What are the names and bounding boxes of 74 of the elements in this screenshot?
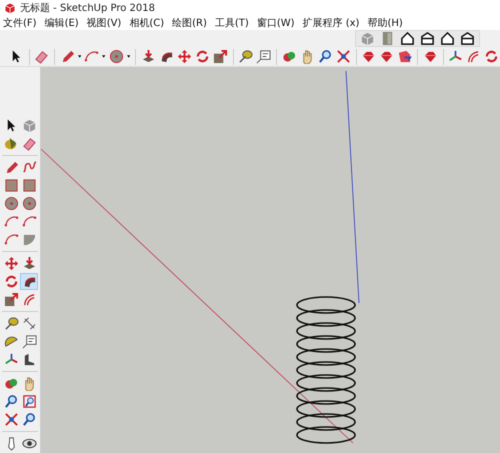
toolbar-button[interactable]	[459, 31, 476, 46]
offset-icon	[22, 292, 36, 307]
window-title: 无标题 - SketchUp Pro 2018	[20, 2, 155, 14]
menu-item[interactable]: 工具(T)	[214, 16, 249, 30]
gem-icon	[361, 49, 376, 64]
toolbar-button[interactable]	[255, 49, 272, 64]
push-pull-icon	[22, 256, 36, 271]
text-label-icon	[22, 334, 36, 349]
squiggle-icon	[22, 160, 36, 175]
arc-icon	[84, 49, 100, 64]
toolbar-button[interactable]	[419, 31, 436, 46]
tool-button[interactable]	[20, 273, 38, 290]
toolbar-button[interactable]	[237, 49, 254, 64]
zoom-icon	[318, 49, 333, 64]
tool-button[interactable]	[2, 393, 20, 410]
eye-icon	[22, 436, 36, 451]
zoom-icon	[4, 394, 18, 409]
arc-icon	[4, 214, 18, 229]
menu-item[interactable]: 帮助(H)	[367, 16, 403, 30]
offset-icon	[466, 49, 481, 64]
toolbar-button[interactable]	[396, 49, 414, 64]
gem-icon	[379, 49, 394, 64]
toolbar-button[interactable]	[439, 31, 456, 46]
caret-icon[interactable]	[78, 54, 82, 59]
menu-item[interactable]: 编辑(E)	[44, 16, 79, 30]
tool-button[interactable]	[20, 333, 38, 350]
arc-icon	[4, 232, 18, 247]
box-icon	[397, 49, 412, 64]
push-pull-icon	[140, 49, 156, 64]
eraser-icon	[22, 136, 36, 151]
tool-button[interactable]	[20, 411, 38, 428]
scale-icon	[4, 292, 18, 307]
rotate-icon	[194, 49, 210, 64]
four-arrows-icon	[4, 256, 18, 271]
axes-icon	[4, 352, 18, 367]
disc-icon	[4, 196, 18, 211]
toolbar-button[interactable]	[316, 49, 334, 64]
menu-item[interactable]: 视图(V)	[86, 16, 122, 30]
caret-icon[interactable]	[126, 54, 130, 59]
square-icon	[4, 178, 18, 193]
zoom-icon	[22, 412, 36, 427]
menu-item[interactable]: 绘图(R)	[172, 16, 207, 30]
menu-item[interactable]: 窗口(W)	[256, 16, 295, 30]
tape-measure-icon	[4, 316, 18, 331]
dimension-icon	[22, 316, 36, 331]
orbit-icon	[4, 376, 18, 391]
zoom-extents-icon	[4, 412, 18, 427]
roof-icon	[420, 31, 435, 46]
zoom-window-icon	[22, 394, 36, 409]
eraser-icon	[34, 49, 50, 64]
arc-icon	[22, 214, 36, 229]
tape-measure-icon	[238, 49, 254, 64]
caret-icon[interactable]	[102, 54, 106, 59]
four-arrows-icon	[176, 49, 192, 64]
axes-icon	[448, 49, 463, 64]
menu-item[interactable]: 扩展程序 (x)	[302, 16, 360, 30]
square-icon	[22, 178, 36, 193]
scale-icon	[212, 49, 228, 64]
disc-icon	[108, 49, 124, 64]
menu-item[interactable]: 相机(C)	[129, 16, 164, 30]
rotate-icon	[484, 49, 499, 64]
text-label-icon	[256, 49, 272, 64]
orbit-icon	[282, 49, 297, 64]
roof-icon	[460, 31, 475, 46]
door-icon	[380, 31, 395, 46]
gem-icon	[422, 49, 438, 64]
disc-icon	[22, 196, 36, 211]
zoom-extents-icon	[336, 49, 351, 64]
toolbar-button[interactable]	[399, 31, 416, 46]
protractor-icon	[4, 334, 18, 349]
wedge-icon	[22, 232, 36, 247]
menu-item[interactable]: 文件(F)	[3, 16, 37, 30]
rotate-icon	[4, 274, 18, 289]
cube-icon	[22, 118, 36, 133]
